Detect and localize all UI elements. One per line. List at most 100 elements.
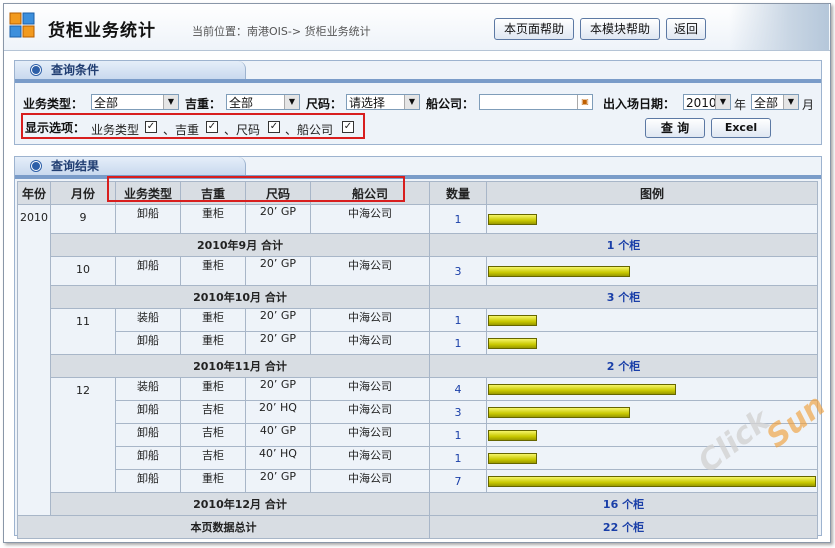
size-select[interactable]: 请选择 ▼ <box>346 94 420 110</box>
query-button[interactable]: 查 询 <box>645 118 705 138</box>
qty-cell: 1 <box>429 446 487 470</box>
business-type-select[interactable]: 全部 ▼ <box>91 94 179 110</box>
quantity-bar <box>488 406 630 418</box>
subtotal-row: 2010年12月 合计 16 个柜 <box>18 492 818 516</box>
legend-cell <box>486 256 818 286</box>
shipco-input[interactable]: ▣ <box>479 94 593 110</box>
subtotal-unit: 个柜 <box>618 360 641 373</box>
subtotal-value: 2 <box>606 360 615 373</box>
col-legend: 图例 <box>486 181 818 205</box>
size-cell: 20’ GP <box>245 377 311 401</box>
query-panel: 查询条件 业务类型： 全部 ▼ 吉重： 全部 ▼ 尺码： 请选择 ▼ 船公司： ▣ 出… <box>14 60 822 145</box>
jizhong-cell: 吉柜 <box>180 423 246 447</box>
quantity-bar <box>488 475 816 487</box>
month-select[interactable]: 全部 ▼ <box>751 94 799 110</box>
jizhong-cell: 重柜 <box>180 469 246 493</box>
jizhong-cell: 重柜 <box>180 256 246 286</box>
jizhong-label: 吉重： <box>185 97 222 111</box>
year-select[interactable]: 2010 ▼ <box>683 94 731 110</box>
business-type-cell: 卸船 <box>115 446 181 470</box>
subtotal-label: 2010年10月 合计 <box>50 285 430 309</box>
shipco-cell: 中海公司 <box>310 377 430 401</box>
table-row: 11 装船 重柜 20’ GP 中海公司 1 <box>18 308 818 355</box>
chevron-down-icon[interactable]: ▼ <box>404 95 419 109</box>
subtotal-value-cell: 2 个柜 <box>429 354 818 378</box>
excel-button[interactable]: Excel <box>711 118 771 138</box>
table-row: 10 卸船 重柜 20’ GP 中海公司 3 <box>18 256 818 286</box>
col-month: 月份 <box>50 181 116 205</box>
table-row: 卸船 重柜 20’ GP 中海公司 1 <box>18 331 818 355</box>
subtotal-unit: 个柜 <box>618 239 641 252</box>
panel-bullet-icon <box>31 161 41 171</box>
query-panel-title: 查询条件 <box>51 63 100 77</box>
quantity-bar <box>488 213 537 225</box>
quantity-bar <box>488 429 537 441</box>
size-cell: 20’ GP <box>245 331 311 355</box>
year-cell: 2010 <box>17 204 51 516</box>
shipco-cell: 中海公司 <box>310 400 430 424</box>
qty-cell: 1 <box>429 423 487 447</box>
qty-cell: 3 <box>429 256 487 286</box>
qty-cell: 1 <box>429 204 487 234</box>
jizhong-cell: 重柜 <box>180 331 246 355</box>
month-cell: 10 <box>50 256 116 286</box>
shipco-cell: 中海公司 <box>310 331 430 355</box>
quantity-bar <box>488 383 676 395</box>
subtotal-value-cell: 1 个柜 <box>429 233 818 257</box>
legend-cell <box>486 469 818 493</box>
jizhong-cell: 吉柜 <box>180 446 246 470</box>
subtotal-value-cell: 3 个柜 <box>429 285 818 309</box>
business-type-cell: 卸船 <box>115 204 181 234</box>
results-table: 年份 月份 业务类型 吉重 尺码 船公司 数量 图例 2010 9 卸船 重柜 20’ … <box>17 181 818 539</box>
month-unit: 月 <box>802 98 815 112</box>
shipco-cell: 中海公司 <box>310 308 430 332</box>
size-label: 尺码： <box>306 97 343 111</box>
size-cell: 20’ GP <box>245 469 311 493</box>
module-help-button[interactable]: 本模块帮助 <box>580 18 660 40</box>
table-row: 卸船 重柜 20’ GP 中海公司 7 <box>18 469 818 493</box>
table-row: 卸船 吉柜 40’ GP 中海公司 1 <box>18 423 818 447</box>
subtotal-unit: 个柜 <box>618 291 641 304</box>
business-type-cell: 卸船 <box>115 423 181 447</box>
subtotal-row: 2010年10月 合计 3 个柜 <box>18 285 818 309</box>
page-title: 货柜业务统计 <box>48 21 156 41</box>
chevron-down-icon[interactable]: ▼ <box>163 95 178 109</box>
business-type-label: 业务类型： <box>23 97 84 111</box>
table-row: 卸船 吉柜 20’ HQ 中海公司 3 <box>18 400 818 424</box>
subtotal-value: 1 <box>606 239 615 252</box>
month-cell: 11 <box>50 308 116 355</box>
jizhong-cell: 吉柜 <box>180 400 246 424</box>
subtotal-label: 2010年9月 合计 <box>50 233 430 257</box>
shipco-cell: 中海公司 <box>310 204 430 234</box>
title-bar: 货柜业务统计 当前位置：南港OIS-> 货柜业务统计 本页面帮助 本模块帮助 返… <box>4 4 830 51</box>
size-cell: 20’ GP <box>245 256 311 286</box>
size-cell: 20’ HQ <box>245 400 311 424</box>
highlight-box-columns <box>107 176 405 202</box>
subtotal-value-cell: 16 个柜 <box>429 492 818 516</box>
shipco-cell: 中海公司 <box>310 423 430 447</box>
shipco-cell: 中海公司 <box>310 469 430 493</box>
page-help-button[interactable]: 本页面帮助 <box>494 18 574 40</box>
highlight-box-options <box>21 113 365 139</box>
chevron-down-icon[interactable]: ▼ <box>783 95 798 109</box>
legend-cell <box>486 204 818 234</box>
business-type-cell: 卸船 <box>115 256 181 286</box>
date-label: 出入场日期： <box>603 97 676 111</box>
jizhong-select[interactable]: 全部 ▼ <box>226 94 300 110</box>
legend-cell <box>486 308 818 332</box>
calendar-icon[interactable]: ▣ <box>577 95 592 109</box>
chevron-down-icon[interactable]: ▼ <box>715 95 730 109</box>
jizhong-cell: 重柜 <box>180 308 246 332</box>
shipco-label: 船公司： <box>426 97 475 111</box>
jizhong-cell: 重柜 <box>180 377 246 401</box>
total-value-cell: 22 个柜 <box>429 515 818 539</box>
legend-cell <box>486 446 818 470</box>
back-button[interactable]: 返回 <box>666 18 706 40</box>
header-decoration <box>729 4 829 50</box>
results-panel-title: 查询结果 <box>51 159 100 173</box>
legend-cell <box>486 331 818 355</box>
business-type-cell: 卸船 <box>115 400 181 424</box>
app-logo-icon <box>9 12 35 38</box>
size-cell: 20’ GP <box>245 204 311 234</box>
chevron-down-icon[interactable]: ▼ <box>284 95 299 109</box>
